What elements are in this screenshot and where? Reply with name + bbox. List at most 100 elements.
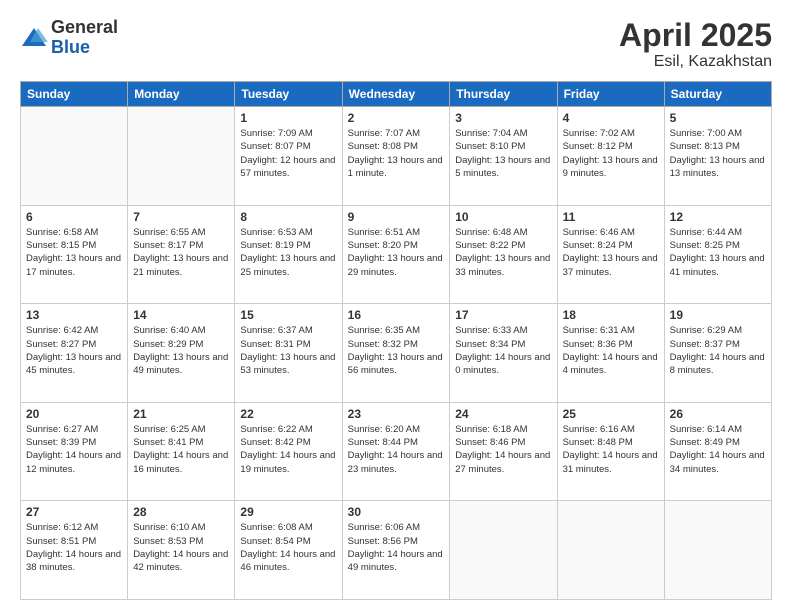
day-number: 18	[563, 308, 659, 322]
day-info: Sunrise: 6:08 AMSunset: 8:54 PMDaylight:…	[240, 521, 336, 574]
day-info: Sunrise: 6:31 AMSunset: 8:36 PMDaylight:…	[563, 324, 659, 377]
day-number: 26	[670, 407, 766, 421]
logo-general: General	[51, 18, 118, 38]
day-cell: 7 Sunrise: 6:55 AMSunset: 8:17 PMDaylight…	[128, 205, 235, 304]
day-cell: 26 Sunrise: 6:14 AMSunset: 8:49 PMDayligh…	[664, 402, 771, 501]
day-cell: 28 Sunrise: 6:10 AMSunset: 8:53 PMDayligh…	[128, 501, 235, 600]
logo-icon	[20, 24, 48, 52]
day-number: 17	[455, 308, 551, 322]
calendar-page: General Blue April 2025 Esil, Kazakhstan…	[0, 0, 792, 612]
day-cell: 22 Sunrise: 6:22 AMSunset: 8:42 PMDayligh…	[235, 402, 342, 501]
day-info: Sunrise: 6:42 AMSunset: 8:27 PMDaylight:…	[26, 324, 122, 377]
day-cell: 2 Sunrise: 7:07 AMSunset: 8:08 PMDaylight…	[342, 107, 450, 206]
day-info: Sunrise: 6:20 AMSunset: 8:44 PMDaylight:…	[348, 423, 445, 476]
day-number: 13	[26, 308, 122, 322]
page-header: General Blue April 2025 Esil, Kazakhstan	[20, 18, 772, 71]
day-number: 2	[348, 111, 445, 125]
day-number: 28	[133, 505, 229, 519]
title-block: April 2025 Esil, Kazakhstan	[619, 18, 772, 71]
col-sunday: Sunday	[21, 82, 128, 107]
week-row-1: 1 Sunrise: 7:09 AMSunset: 8:07 PMDaylight…	[21, 107, 772, 206]
day-info: Sunrise: 6:53 AMSunset: 8:19 PMDaylight:…	[240, 226, 336, 279]
day-number: 6	[26, 210, 122, 224]
day-number: 23	[348, 407, 445, 421]
day-cell	[21, 107, 128, 206]
day-info: Sunrise: 6:12 AMSunset: 8:51 PMDaylight:…	[26, 521, 122, 574]
day-info: Sunrise: 6:06 AMSunset: 8:56 PMDaylight:…	[348, 521, 445, 574]
col-monday: Monday	[128, 82, 235, 107]
day-cell: 27 Sunrise: 6:12 AMSunset: 8:51 PMDayligh…	[21, 501, 128, 600]
day-number: 22	[240, 407, 336, 421]
calendar-header: Sunday Monday Tuesday Wednesday Thursday…	[21, 82, 772, 107]
day-number: 7	[133, 210, 229, 224]
day-number: 11	[563, 210, 659, 224]
day-cell: 29 Sunrise: 6:08 AMSunset: 8:54 PMDayligh…	[235, 501, 342, 600]
day-info: Sunrise: 7:07 AMSunset: 8:08 PMDaylight:…	[348, 127, 445, 180]
day-cell: 14 Sunrise: 6:40 AMSunset: 8:29 PMDayligh…	[128, 304, 235, 403]
weekday-row: Sunday Monday Tuesday Wednesday Thursday…	[21, 82, 772, 107]
day-info: Sunrise: 6:18 AMSunset: 8:46 PMDaylight:…	[455, 423, 551, 476]
day-info: Sunrise: 6:48 AMSunset: 8:22 PMDaylight:…	[455, 226, 551, 279]
day-info: Sunrise: 6:33 AMSunset: 8:34 PMDaylight:…	[455, 324, 551, 377]
day-number: 14	[133, 308, 229, 322]
day-number: 16	[348, 308, 445, 322]
day-number: 1	[240, 111, 336, 125]
day-info: Sunrise: 7:02 AMSunset: 8:12 PMDaylight:…	[563, 127, 659, 180]
day-number: 10	[455, 210, 551, 224]
logo: General Blue	[20, 18, 118, 58]
week-row-2: 6 Sunrise: 6:58 AMSunset: 8:15 PMDaylight…	[21, 205, 772, 304]
day-cell: 17 Sunrise: 6:33 AMSunset: 8:34 PMDayligh…	[450, 304, 557, 403]
day-info: Sunrise: 6:14 AMSunset: 8:49 PMDaylight:…	[670, 423, 766, 476]
col-saturday: Saturday	[664, 82, 771, 107]
day-info: Sunrise: 6:58 AMSunset: 8:15 PMDaylight:…	[26, 226, 122, 279]
day-info: Sunrise: 6:44 AMSunset: 8:25 PMDaylight:…	[670, 226, 766, 279]
main-title: April 2025	[619, 18, 772, 53]
calendar-table: Sunday Monday Tuesday Wednesday Thursday…	[20, 81, 772, 600]
day-number: 24	[455, 407, 551, 421]
day-info: Sunrise: 6:37 AMSunset: 8:31 PMDaylight:…	[240, 324, 336, 377]
day-number: 8	[240, 210, 336, 224]
day-cell	[128, 107, 235, 206]
day-cell: 5 Sunrise: 7:00 AMSunset: 8:13 PMDaylight…	[664, 107, 771, 206]
day-number: 20	[26, 407, 122, 421]
day-cell: 16 Sunrise: 6:35 AMSunset: 8:32 PMDayligh…	[342, 304, 450, 403]
day-cell: 6 Sunrise: 6:58 AMSunset: 8:15 PMDaylight…	[21, 205, 128, 304]
day-cell: 1 Sunrise: 7:09 AMSunset: 8:07 PMDaylight…	[235, 107, 342, 206]
day-number: 15	[240, 308, 336, 322]
day-number: 30	[348, 505, 445, 519]
day-number: 5	[670, 111, 766, 125]
day-info: Sunrise: 6:27 AMSunset: 8:39 PMDaylight:…	[26, 423, 122, 476]
day-cell: 23 Sunrise: 6:20 AMSunset: 8:44 PMDayligh…	[342, 402, 450, 501]
day-info: Sunrise: 6:29 AMSunset: 8:37 PMDaylight:…	[670, 324, 766, 377]
logo-text: General Blue	[51, 18, 118, 58]
logo-blue: Blue	[51, 38, 118, 58]
day-cell: 19Sunrise: 6:29 AMSunset: 8:37 PMDayligh…	[664, 304, 771, 403]
day-number: 4	[563, 111, 659, 125]
calendar-body: 1 Sunrise: 7:09 AMSunset: 8:07 PMDaylight…	[21, 107, 772, 600]
col-wednesday: Wednesday	[342, 82, 450, 107]
day-info: Sunrise: 7:00 AMSunset: 8:13 PMDaylight:…	[670, 127, 766, 180]
day-cell: 18 Sunrise: 6:31 AMSunset: 8:36 PMDayligh…	[557, 304, 664, 403]
day-cell: 24 Sunrise: 6:18 AMSunset: 8:46 PMDayligh…	[450, 402, 557, 501]
day-info: Sunrise: 6:22 AMSunset: 8:42 PMDaylight:…	[240, 423, 336, 476]
day-cell	[664, 501, 771, 600]
day-info: Sunrise: 7:04 AMSunset: 8:10 PMDaylight:…	[455, 127, 551, 180]
day-info: Sunrise: 6:25 AMSunset: 8:41 PMDaylight:…	[133, 423, 229, 476]
day-info: Sunrise: 6:40 AMSunset: 8:29 PMDaylight:…	[133, 324, 229, 377]
day-cell: 10 Sunrise: 6:48 AMSunset: 8:22 PMDayligh…	[450, 205, 557, 304]
day-info: Sunrise: 7:09 AMSunset: 8:07 PMDaylight:…	[240, 127, 336, 180]
col-tuesday: Tuesday	[235, 82, 342, 107]
day-number: 3	[455, 111, 551, 125]
day-info: Sunrise: 6:55 AMSunset: 8:17 PMDaylight:…	[133, 226, 229, 279]
day-info: Sunrise: 6:35 AMSunset: 8:32 PMDaylight:…	[348, 324, 445, 377]
day-cell: 9Sunrise: 6:51 AMSunset: 8:20 PMDaylight…	[342, 205, 450, 304]
day-cell: 8 Sunrise: 6:53 AMSunset: 8:19 PMDaylight…	[235, 205, 342, 304]
day-info: Sunrise: 6:16 AMSunset: 8:48 PMDaylight:…	[563, 423, 659, 476]
day-number: 27	[26, 505, 122, 519]
day-cell: 13 Sunrise: 6:42 AMSunset: 8:27 PMDayligh…	[21, 304, 128, 403]
day-info: Sunrise: 6:10 AMSunset: 8:53 PMDaylight:…	[133, 521, 229, 574]
day-number: 29	[240, 505, 336, 519]
day-cell: 30 Sunrise: 6:06 AMSunset: 8:56 PMDayligh…	[342, 501, 450, 600]
day-number: 25	[563, 407, 659, 421]
day-cell	[557, 501, 664, 600]
